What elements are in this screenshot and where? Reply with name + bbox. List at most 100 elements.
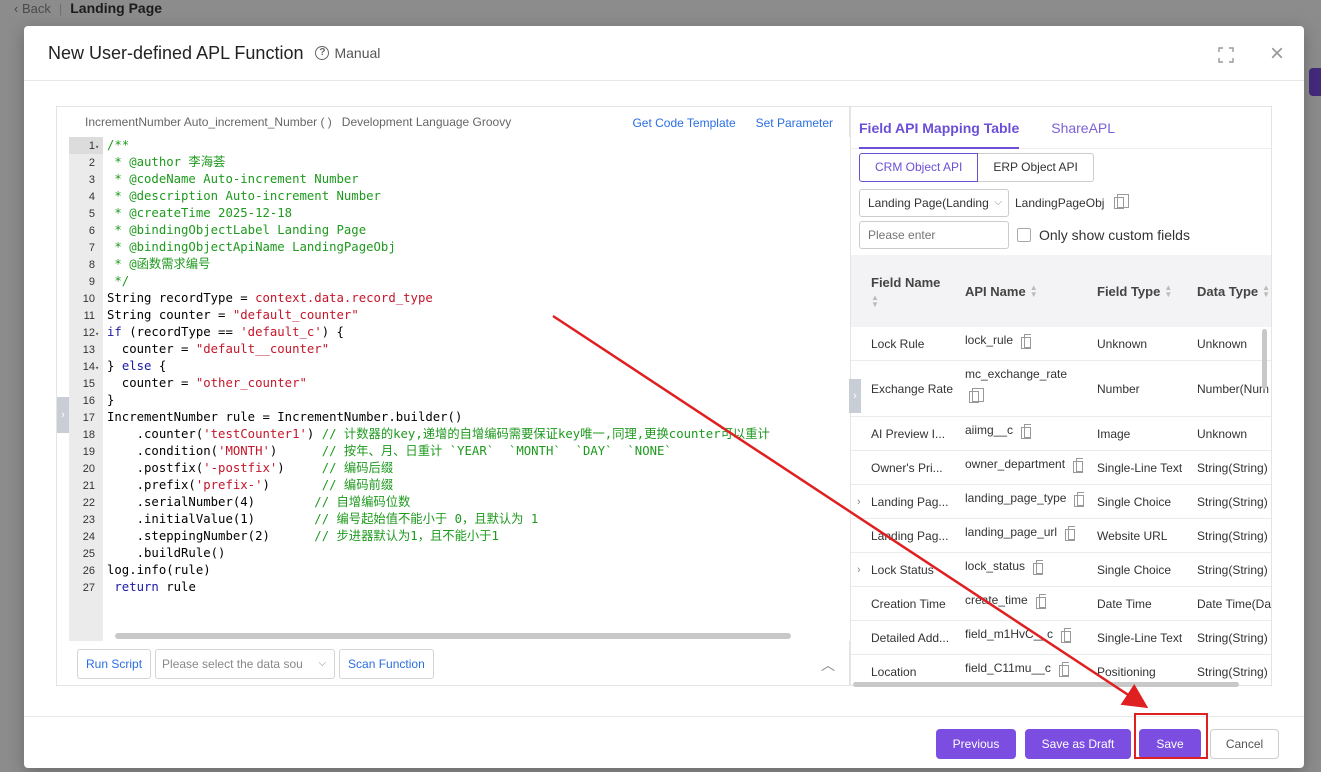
table-row[interactable]: AI Preview I... aiimg__c Image Unknown (851, 417, 1271, 451)
erp-object-api-option[interactable]: ERP Object API (978, 153, 1094, 182)
cell-data-type: String(String) (1197, 553, 1271, 586)
line-number: 10 (82, 293, 95, 305)
fullscreen-icon[interactable] (1218, 47, 1234, 63)
set-parameter-link[interactable]: Set Parameter (756, 116, 833, 130)
table-row[interactable]: Owner's Pri... owner_department Single-Lin… (851, 451, 1271, 485)
run-script-button[interactable]: Run Script (77, 649, 152, 679)
code-line[interactable]: 27 return rule (69, 579, 851, 596)
code-line[interactable]: 14▾} else { (69, 358, 851, 375)
object-select[interactable]: Landing Page(Landing ⌵ (859, 189, 1009, 217)
column-api-name[interactable]: API Name ▲ ▼ (965, 255, 1038, 327)
code-text: String recordType = context.data.record_… (107, 290, 433, 307)
expand-row-icon[interactable]: › (857, 553, 861, 586)
code-line[interactable]: 16} (69, 392, 851, 409)
code-line[interactable]: 20 .postfix('-postfix') // 编码后缀 (69, 460, 851, 477)
code-line[interactable]: 3 * @codeName Auto-increment Number (69, 171, 851, 188)
code-line[interactable]: 7 * @bindingObjectApiName LandingPageObj (69, 239, 851, 256)
code-line[interactable]: 6 * @bindingObjectLabel Landing Page (69, 222, 851, 239)
line-number: 11 (83, 310, 95, 322)
code-line[interactable]: 2 * @author 李海荟 (69, 154, 851, 171)
sort-icon[interactable]: ▲ ▼ (1262, 284, 1270, 299)
table-row[interactable]: Landing Pag... landing_page_url Website UR… (851, 519, 1271, 553)
table-row[interactable]: Creation Time create_time Date Time Date Ti… (851, 587, 1271, 621)
manual-link[interactable]: ? Manual (315, 45, 380, 61)
column-field-name[interactable]: Field Name ▲ ▼ (871, 255, 940, 327)
copy-icon[interactable] (969, 388, 984, 403)
copy-icon[interactable] (1021, 424, 1032, 439)
close-icon[interactable]: × (1267, 42, 1287, 66)
custom-fields-checkbox[interactable] (1017, 228, 1031, 242)
code-line[interactable]: 5 * @createTime 2025-12-18 (69, 205, 851, 222)
tab-shareapl[interactable]: ShareAPL (1051, 107, 1115, 149)
code-line[interactable]: 23 .initialValue(1) // 编号起始值不能小于 0，且默认为 … (69, 511, 851, 528)
code-line[interactable]: 15 counter = "other_counter" (69, 375, 851, 392)
code-line[interactable]: 19 .condition('MONTH') // 按年、月、日重计 `YEAR… (69, 443, 851, 460)
table-vertical-scrollbar[interactable] (1262, 329, 1267, 389)
copy-icon[interactable] (1073, 458, 1084, 473)
copy-icon[interactable] (1021, 334, 1032, 349)
code-token: * @author 李海荟 (107, 155, 226, 169)
get-code-template-link[interactable]: Get Code Template (632, 116, 735, 130)
table-row[interactable]: Exchange Rate mc_exchange_rate Number Numbe… (851, 361, 1271, 417)
cell-api-name: lock_rule (965, 327, 1032, 360)
sort-icon[interactable]: ▲ ▼ (1030, 284, 1038, 299)
code-line[interactable]: 13 counter = "default__counter" (69, 341, 851, 358)
code-line[interactable]: 12▾ if (recordType == 'default_c') { (69, 324, 851, 341)
column-field-type[interactable]: Field Type ▲ ▼ (1097, 255, 1172, 327)
previous-button[interactable]: Previous (936, 729, 1016, 759)
editor-horizontal-scrollbar[interactable] (115, 633, 791, 639)
cell-field-type-text: Single-Line Text (1097, 630, 1183, 645)
tab-field-api-mapping[interactable]: Field API Mapping Table (859, 107, 1020, 149)
code-line[interactable]: 26 log.info(rule) (69, 562, 851, 579)
cell-data-type: Unknown (1197, 327, 1271, 360)
sort-icon[interactable]: ▲ ▼ (871, 293, 879, 308)
line-number: 18 (82, 429, 95, 441)
code-token: // 按年、月、日重计 `YEAR` `MONTH` `DAY` `NONE` (321, 444, 672, 458)
code-line[interactable]: 4 * @description Auto-increment Number (69, 188, 851, 205)
crm-object-api-option[interactable]: CRM Object API (859, 153, 979, 182)
column-data-type[interactable]: Data Type ▲ ▼ (1197, 255, 1270, 327)
code-text: /** (107, 137, 129, 154)
code-line[interactable]: 21 .prefix('prefix-') // 编码前缀 (69, 477, 851, 494)
collapse-left-handle[interactable]: › (57, 397, 69, 433)
code-token: return (107, 580, 159, 594)
table-row[interactable]: Lock Rule lock_rule Unknown Unknown (851, 327, 1271, 361)
cell-field-name-text: AI Preview I... (871, 426, 946, 441)
code-token: if (107, 325, 122, 339)
sort-icon[interactable]: ▲ ▼ (1164, 284, 1172, 299)
code-line[interactable]: 1▾/** (69, 137, 851, 154)
copy-icon[interactable] (1074, 492, 1085, 507)
table-row[interactable]: Detailed Add... field_m1HvC__c Single-Line… (851, 621, 1271, 655)
table-row[interactable]: › Lock Status lock_status Single Choice Stri… (851, 553, 1271, 587)
save-as-draft-button[interactable]: Save as Draft (1025, 729, 1131, 759)
chevron-up-icon[interactable]: ︿ (821, 655, 835, 675)
field-search-input[interactable] (859, 221, 1009, 249)
copy-icon[interactable] (1065, 526, 1076, 541)
cancel-button[interactable]: Cancel (1210, 729, 1279, 759)
copy-icon[interactable] (1035, 594, 1046, 609)
copy-icon[interactable] (1114, 194, 1130, 209)
code-token: { (151, 359, 167, 373)
code-line[interactable]: 10 String recordType = context.data.recor… (69, 290, 851, 307)
expand-row-icon[interactable]: › (857, 485, 861, 518)
code-line[interactable]: 25 .buildRule() (69, 545, 851, 562)
scan-function-button[interactable]: Scan Function (339, 649, 434, 679)
copy-icon[interactable] (1033, 560, 1044, 575)
code-token: else (121, 359, 152, 373)
code-line[interactable]: 9 */ (69, 273, 851, 290)
code-line[interactable]: 24 .steppingNumber(2) // 步进器默认为1，且不能小于1 (69, 528, 851, 545)
collapse-right-handle[interactable]: › (849, 379, 861, 413)
code-editor[interactable]: 1▾/** 2 * @author 李海荟 3 * @codeName Auto-i… (69, 137, 851, 641)
table-row[interactable]: › Landing Pag... landing_page_type Single C… (851, 485, 1271, 519)
copy-icon[interactable] (1058, 662, 1069, 677)
copy-icon[interactable] (1061, 628, 1072, 643)
table-horizontal-scrollbar[interactable] (853, 682, 1239, 687)
code-line[interactable]: 22 .serialNumber(4) // 自增编码位数 (69, 494, 851, 511)
data-source-select[interactable]: Please select the data sou ⌵ (155, 649, 336, 679)
code-line[interactable]: 17 IncrementNumber rule = IncrementNumber… (69, 409, 851, 426)
code-text: IncrementNumber rule = IncrementNumber.b… (107, 409, 462, 426)
code-line[interactable]: 11 String counter = "default_counter" (69, 307, 851, 324)
code-line[interactable]: 8 * @函数需求编号 (69, 256, 851, 273)
code-token: * @codeName Auto-increment Number (107, 172, 359, 186)
code-line[interactable]: 18 .counter('testCounter1') // 计数器的key,递… (69, 426, 851, 443)
